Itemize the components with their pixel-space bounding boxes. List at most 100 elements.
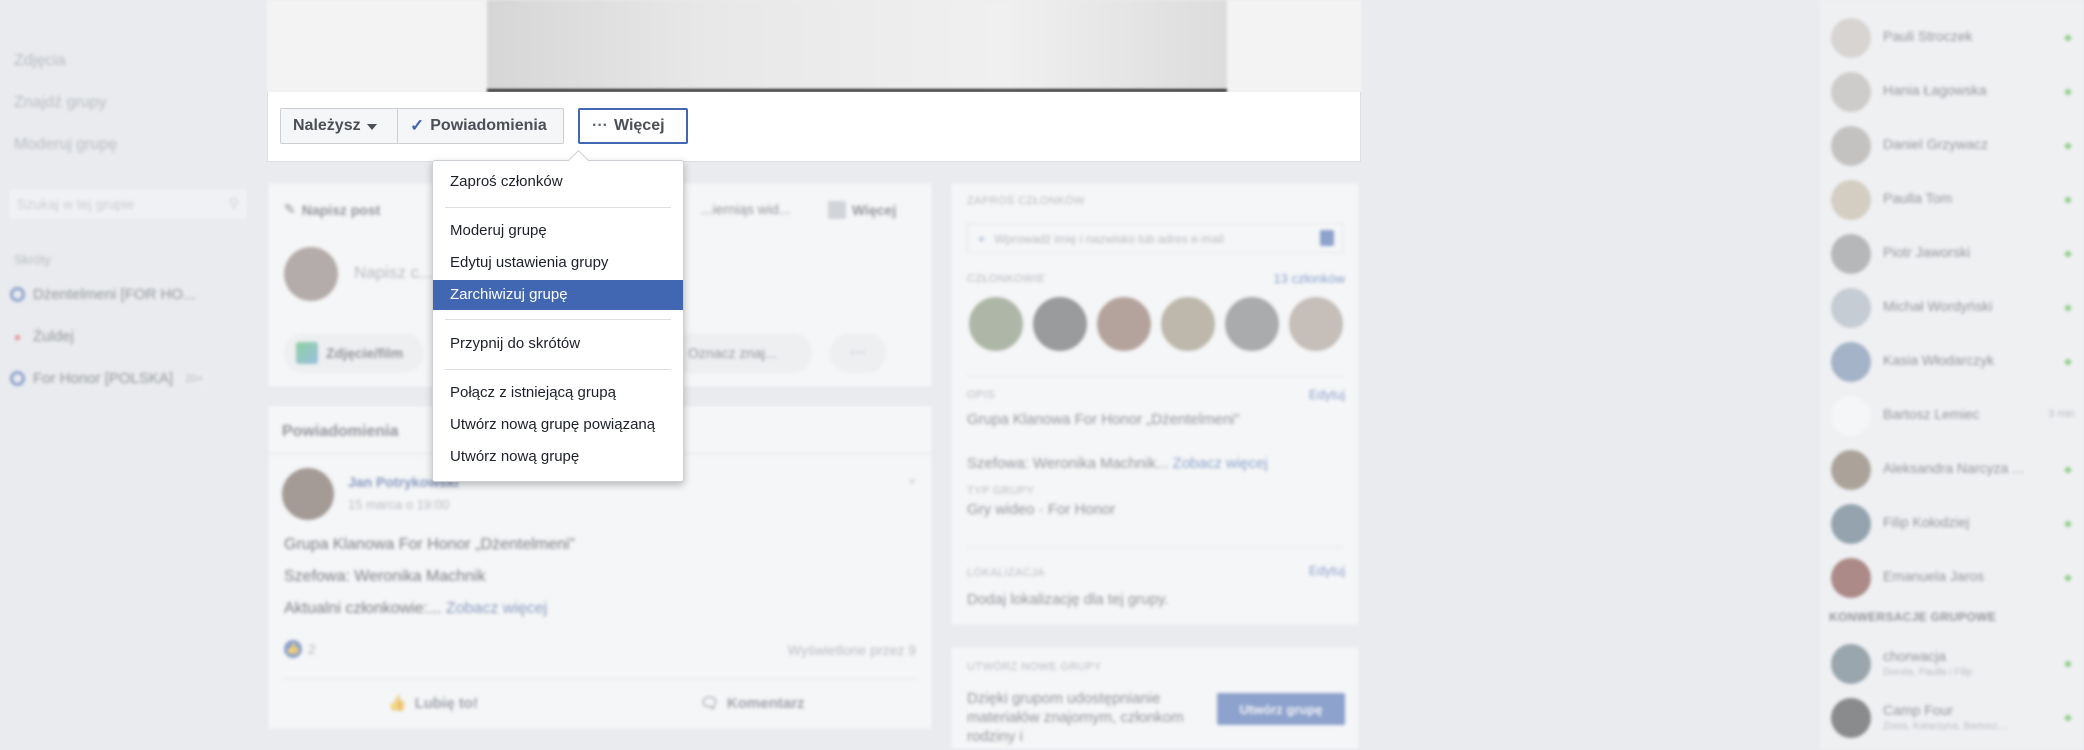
caret-down-icon (366, 124, 377, 130)
online-status-icon (2065, 521, 2071, 527)
description-caption: OPIS (967, 389, 995, 401)
plus-icon: + (978, 232, 986, 246)
cover-photo (487, 0, 1227, 92)
shortcut-item[interactable]: ● Żuldej (10, 328, 74, 345)
group-search-input[interactable]: Szukaj w tej grupie ⚲ (8, 188, 248, 220)
group-search-placeholder: Szukaj w tej grupie (17, 196, 135, 212)
contact-name: Bartosz Lemiec (1883, 406, 1980, 422)
group-chat-name: chorwacja (1883, 648, 1947, 664)
photo-video-button[interactable]: Zdjęcie/film (284, 333, 424, 373)
shortcut-label: Żuldej (33, 328, 74, 345)
members-count-link[interactable]: 13 członków (1273, 271, 1345, 286)
member-avatar[interactable] (1223, 295, 1281, 353)
more-icon (828, 201, 846, 219)
chat-contact[interactable]: Emanuela Jaros (1819, 550, 2084, 600)
menu-item-edit-settings[interactable]: Edytuj ustawienia grupy (433, 248, 683, 278)
group-type: Gry wideo · For Honor (967, 501, 1116, 518)
menu-item-pin-to-shortcuts[interactable]: Przypnij do skrótów (433, 329, 683, 359)
group-chat-members: Zosia, Katarzyna, Bartosz,... (1883, 721, 2009, 732)
chat-contact[interactable]: Kasia Włodarczyk (1819, 334, 2084, 384)
chat-contact[interactable]: Bartosz Lemiec 3 min (1819, 388, 2084, 438)
create-group-button[interactable]: Utwórz grupę (1217, 693, 1345, 725)
comment-icon: 🗨 (700, 695, 720, 712)
online-status-icon (2065, 143, 2071, 149)
chat-contact[interactable]: Michał Wordyński (1819, 280, 2084, 330)
composer-input[interactable]: Napisz c... (354, 263, 433, 283)
menu-item-create-new-group[interactable]: Utwórz nową grupę (433, 442, 683, 472)
online-status-icon (2065, 35, 2071, 41)
contact-name: Piotr Jaworski (1883, 244, 1971, 260)
contact-name: Paulla Tom (1883, 190, 1953, 206)
chat-contact[interactable]: Pauli Stroczek (1819, 10, 2084, 60)
seen-by[interactable]: Wyświetlone przez 9 (788, 642, 916, 658)
shortcut-label: For Honor [POLSKA] (33, 370, 174, 387)
group-chat[interactable]: Camp Four Zosia, Katarzyna, Bartosz,... (1819, 690, 2084, 740)
notifications-button[interactable]: ✓ Powiadomienia (397, 108, 564, 144)
checkmark-icon: ✓ (410, 116, 425, 135)
tab-more[interactable]: Więcej (828, 201, 896, 219)
avatar (1831, 644, 1871, 684)
group-chat[interactable]: chorwacja Dorota, Paulla i Filip (1819, 636, 2084, 686)
edit-location-link[interactable]: Edytuj (1309, 563, 1345, 578)
nav-find-groups[interactable]: Znajdź grupy (14, 94, 107, 112)
nav-moderate-group[interactable]: Moderuj grupę (14, 136, 117, 154)
group-action-bar: Należysz ✓ Powiadomienia ··· Więcej (267, 92, 1361, 162)
shortcut-item[interactable]: For Honor [POLSKA] 20+ (10, 370, 208, 387)
shortcut-badge: 20+ (181, 371, 208, 386)
menu-item-moderate-group[interactable]: Moderuj grupę (433, 216, 683, 246)
avatar (1831, 234, 1871, 274)
avatar (1831, 698, 1871, 738)
member-avatar[interactable] (1159, 295, 1217, 353)
chat-contact[interactable]: Paulla Tom (1819, 172, 2084, 222)
see-more-link[interactable]: Zobacz więcej (446, 600, 547, 617)
avatar (284, 247, 338, 301)
nav-photos[interactable]: Zdjęcia (14, 52, 66, 70)
menu-item-link-existing-group[interactable]: Połącz z istniejącą grupą (433, 378, 683, 408)
avatar (1831, 342, 1871, 382)
like-label: Lubię to! (414, 694, 479, 712)
member-avatar[interactable] (967, 295, 1025, 353)
tab-more-label: Więcej (852, 202, 897, 218)
post-text-members: Aktualni członkowie:... (284, 600, 442, 617)
chat-contact[interactable]: Aleksandra Narcyza ... (1819, 442, 2084, 492)
leader-text: Szefowa: Weronika Machnik... (967, 455, 1169, 472)
avatar (1831, 72, 1871, 112)
chat-contact[interactable]: Filip Kołodziej (1819, 496, 2084, 546)
contacts-icon (1320, 230, 1334, 246)
tag-friends-button[interactable]: Oznacz znaj... (672, 333, 812, 373)
more-button[interactable]: ··· Więcej (578, 108, 688, 144)
menu-item-archive-group[interactable]: Zarchiwizuj grupę (433, 280, 683, 310)
online-status-icon (2065, 197, 2071, 203)
member-avatar[interactable] (1031, 295, 1089, 353)
shortcut-item[interactable]: Dżentelmeni [FOR HO... (10, 286, 196, 303)
location-value: Dodaj lokalizację dla tej grupy. (967, 591, 1169, 608)
invite-placeholder: Wprowadź imię i nazwisko lub adres e-mai… (994, 232, 1224, 246)
composer-more-button[interactable]: ··· (830, 333, 886, 373)
contact-name: Kasia Włodarczyk (1883, 352, 1995, 368)
member-avatar[interactable] (1287, 295, 1345, 353)
more-dots-icon: ··· (592, 117, 608, 134)
member-button[interactable]: Należysz (280, 108, 410, 144)
members-caption: CZŁONKOWIE (967, 273, 1045, 285)
invite-input[interactable]: + Wprowadź imię i nazwisko lub adres e-m… (967, 223, 1343, 253)
create-group-card: UTWÓRZ NOWE GRUPY Dzięki grupom udostępn… (950, 646, 1360, 750)
chat-contact[interactable]: Piotr Jaworski (1819, 226, 2084, 276)
group-leader: Szefowa: Weronika Machnik... Zobacz więc… (967, 455, 1268, 472)
menu-item-invite-members[interactable]: Zaproś członków (433, 167, 683, 197)
chat-contact[interactable]: Hania Łagowska (1819, 64, 2084, 114)
menu-item-create-linked-group[interactable]: Utwórz nową grupę powiązaną (433, 410, 683, 440)
chevron-down-icon[interactable]: ⌄ (906, 470, 918, 487)
edit-description-link[interactable]: Edytuj (1309, 387, 1345, 402)
post-date[interactable]: 15 marca o 19:00 (348, 497, 449, 512)
tab-write-post[interactable]: ✎ Napisz post (284, 201, 380, 218)
tab-live[interactable]: ...ierniąs wid... (701, 201, 790, 217)
comment-button[interactable]: 🗨 Komentarz (700, 694, 805, 713)
member-avatar[interactable] (1095, 295, 1153, 353)
contact-name: Daniel Grzywacz (1883, 136, 1989, 152)
see-more-link[interactable]: Zobacz więcej (1173, 455, 1268, 472)
like-button[interactable]: 👍 Lubię to! (388, 694, 479, 713)
avatar (1831, 504, 1871, 544)
chat-contact[interactable]: Daniel Grzywacz (1819, 118, 2084, 168)
chat-sidebar: Pauli Stroczek Hania Łagowska Daniel Grz… (1818, 0, 2084, 750)
reaction-count[interactable]: 👍 2 (284, 640, 316, 658)
